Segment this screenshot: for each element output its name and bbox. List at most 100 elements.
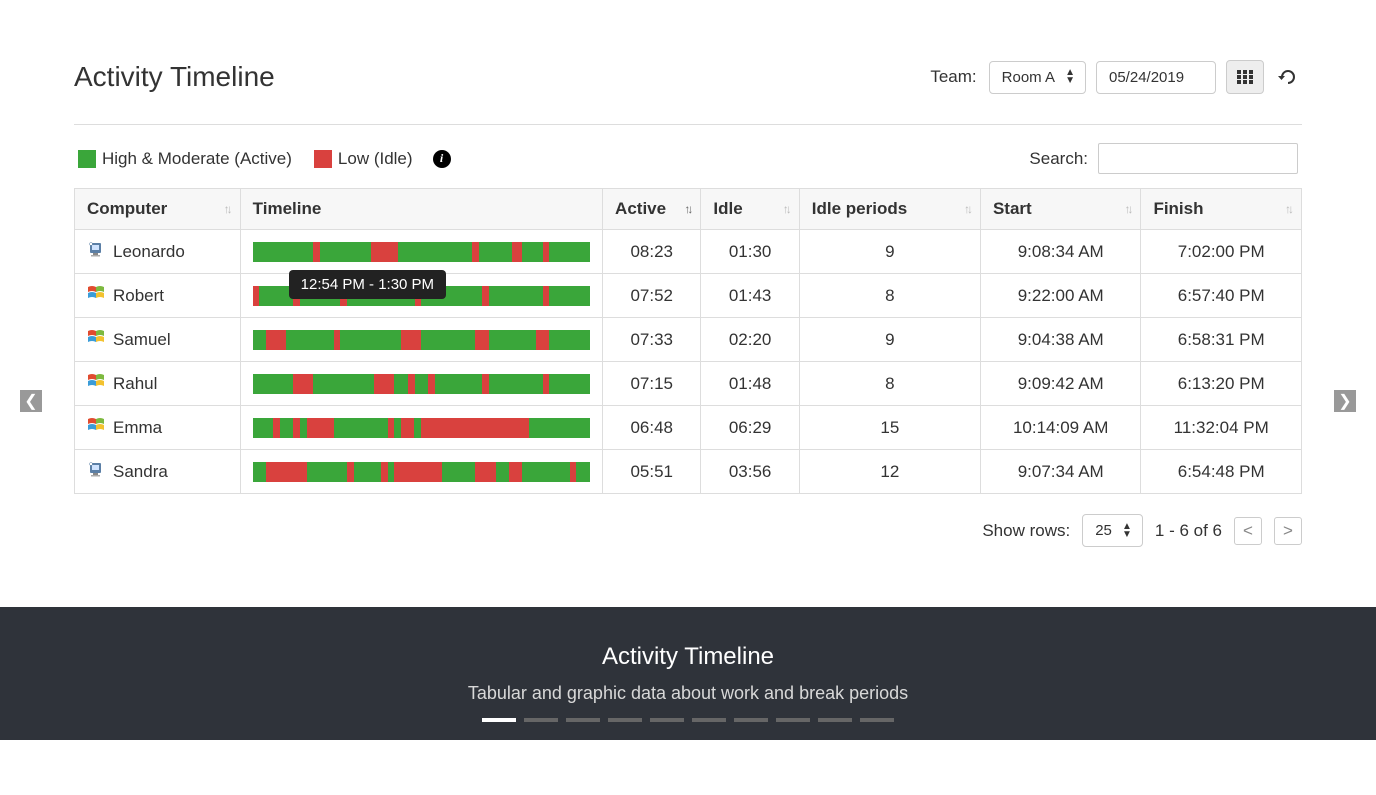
computer-name: Leonardo [113,242,185,262]
col-header-active[interactable]: Active↑↓ [603,189,701,230]
table-row: Samuel07:3302:2099:04:38 AM6:58:31 PM [75,318,1302,362]
sort-icon: ↑↓ [224,202,230,216]
banner-subtitle: Tabular and graphic data about work and … [0,683,1376,704]
legend-swatch-active [78,150,96,168]
col-header-start[interactable]: Start↑↓ [980,189,1140,230]
timeline-bar[interactable] [253,418,590,438]
team-select-value: Room A [1002,69,1055,86]
banner-title: Activity Timeline [0,643,1376,671]
refresh-icon [1278,67,1298,87]
active-segment [280,418,293,438]
cell-idle: 02:20 [701,318,799,362]
idle-segment [381,462,388,482]
cell-active: 06:48 [603,406,701,450]
idle-segment [421,418,529,438]
active-segment [340,330,401,350]
grid-view-button[interactable] [1226,60,1264,94]
active-segment [529,418,590,438]
active-segment [442,462,476,482]
carousel-dot[interactable] [650,718,684,722]
cell-active: 07:15 [603,362,701,406]
carousel-dot[interactable] [860,718,894,722]
team-select[interactable]: Room A ▲▼ [989,61,1086,94]
idle-segment [475,462,495,482]
idle-segment [509,462,522,482]
cell-idle_periods: 9 [799,318,980,362]
idle-segment [475,330,488,350]
cell-active: 08:23 [603,230,701,274]
col-header-finish[interactable]: Finish↑↓ [1141,189,1302,230]
activity-table: Computer↑↓ Timeline Active↑↓ Idle↑↓ Idle… [74,188,1302,494]
carousel-dot[interactable] [524,718,558,722]
pager-prev-button[interactable]: < [1234,517,1262,545]
windows-icon [87,328,105,351]
carousel-dot[interactable] [608,718,642,722]
carousel-dot[interactable] [776,718,810,722]
cell-start: 10:14:09 AM [980,406,1140,450]
pager-next-button[interactable]: > [1274,517,1302,545]
cell-idle_periods: 8 [799,362,980,406]
cell-start: 9:09:42 AM [980,362,1140,406]
date-value: 05/24/2019 [1109,69,1184,86]
active-segment [354,462,381,482]
timeline-bar[interactable] [253,374,590,394]
col-header-computer[interactable]: Computer↑↓ [75,189,241,230]
show-rows-value: 25 [1095,522,1112,539]
active-segment [576,462,589,482]
cell-start: 9:07:34 AM [980,450,1140,494]
idle-segment [482,374,489,394]
carousel-dot[interactable] [566,718,600,722]
computer-name: Rahul [113,374,157,394]
grid-icon [1237,70,1253,84]
carousel-dot[interactable] [482,718,516,722]
active-segment [307,462,347,482]
computer-name: Robert [113,286,164,306]
legend-swatch-idle [314,150,332,168]
cell-idle: 01:48 [701,362,799,406]
col-header-idle[interactable]: Idle↑↓ [701,189,799,230]
timeline-tooltip: 12:54 PM - 1:30 PM [289,270,446,299]
sort-icon: ↑↓ [1124,202,1130,216]
col-header-idle-periods[interactable]: Idle periods↑↓ [799,189,980,230]
search-input[interactable] [1098,143,1298,174]
carousel-dot[interactable] [692,718,726,722]
active-segment [286,330,333,350]
carousel-dot[interactable] [818,718,852,722]
idle-segment [253,286,260,306]
table-row: Sandra05:5103:56129:07:34 AM6:54:48 PM [75,450,1302,494]
active-segment [253,374,293,394]
idle-segment [347,462,354,482]
active-segment [421,330,475,350]
table-row: Robert12:54 PM - 1:30 PM07:5201:4389:22:… [75,274,1302,318]
date-input[interactable]: 05/24/2019 [1096,61,1216,94]
windows-icon [87,284,105,307]
idle-segment [401,418,414,438]
idle-segment [543,286,550,306]
active-segment [496,462,509,482]
cell-finish: 6:57:40 PM [1141,274,1302,318]
mac-icon [87,460,105,483]
timeline-bar[interactable] [253,462,590,482]
timeline-bar[interactable] [253,330,590,350]
idle-segment [408,374,415,394]
idle-segment [266,330,286,350]
idle-segment [543,374,550,394]
timeline-bar[interactable] [253,242,590,262]
table-row: Rahul07:1501:4889:09:42 AM6:13:20 PM [75,362,1302,406]
refresh-button[interactable] [1274,60,1302,94]
pager-range: 1 - 6 of 6 [1155,521,1222,541]
active-segment [415,374,428,394]
carousel-dot[interactable] [734,718,768,722]
cell-finish: 7:02:00 PM [1141,230,1302,274]
info-icon[interactable]: i [433,150,451,168]
idle-segment [266,462,306,482]
col-header-timeline[interactable]: Timeline [240,189,602,230]
cell-finish: 11:32:04 PM [1141,406,1302,450]
show-rows-label: Show rows: [982,521,1070,541]
idle-segment [307,418,334,438]
show-rows-select[interactable]: 25 ▲▼ [1082,514,1143,547]
legend-idle-label: Low (Idle) [338,149,413,169]
idle-segment [543,242,550,262]
active-segment [522,462,569,482]
idle-segment [388,418,395,438]
